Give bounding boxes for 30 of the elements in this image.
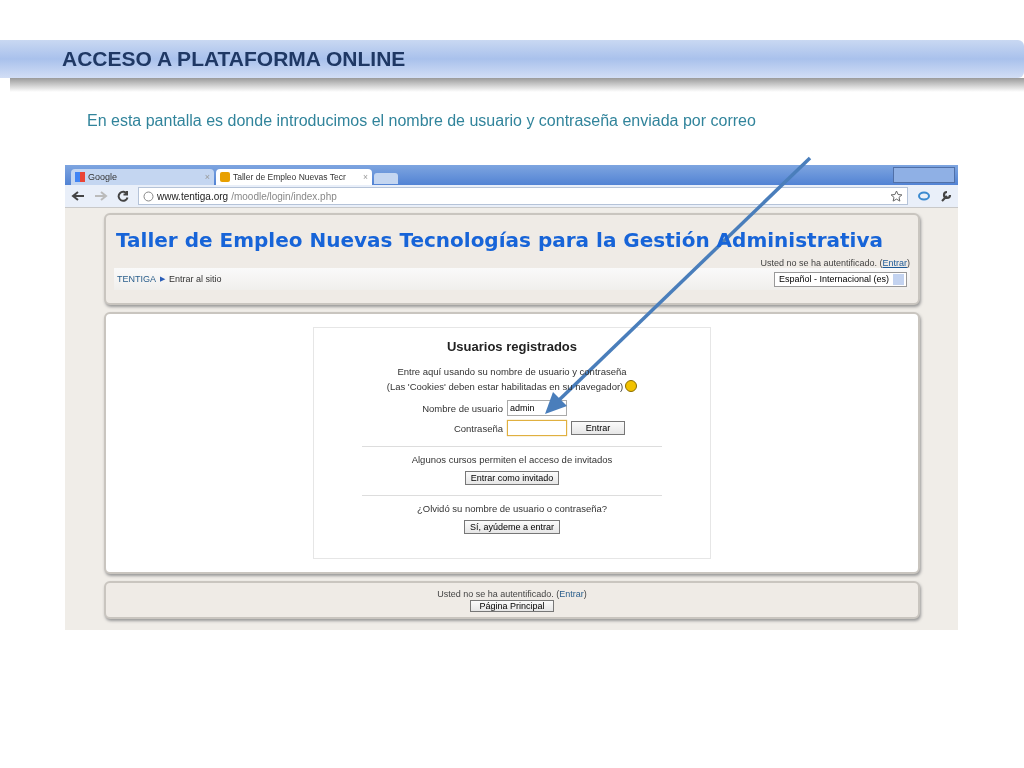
breadcrumb-current: Entrar al sitio xyxy=(169,274,222,284)
slide-caption: En esta pantalla es donde introducimos el nombre de usuario y contraseña enviada por correo xyxy=(87,112,757,130)
wrench-icon[interactable] xyxy=(940,190,952,202)
reload-icon[interactable] xyxy=(117,190,129,202)
breadcrumb-link[interactable]: TENTIGA xyxy=(117,274,156,284)
login-status: Usted no se ha autentificado. (Entrar) xyxy=(760,258,910,268)
footer-login-link[interactable]: Entrar xyxy=(559,588,584,599)
login-button[interactable]: Entrar xyxy=(571,421,625,435)
login-link[interactable]: Entrar xyxy=(882,258,907,268)
cookies-note: (Las 'Cookies' deben estar habilitadas en su navegador) xyxy=(386,380,624,392)
field-label: Nombre de usuario xyxy=(421,402,503,414)
help-login-button[interactable]: Sí, ayúdeme a entrar xyxy=(463,520,560,534)
forgot-text: ¿Olvidó su nombre de usuario o contraseña? xyxy=(416,503,608,514)
browser-tab[interactable]: Google × xyxy=(71,169,214,185)
guest-text: Algunos cursos permiten el acceso de invitados xyxy=(411,454,613,465)
help-icon[interactable] xyxy=(625,380,638,392)
footer-status: Usted no se ha autentificado. (Entrar) xyxy=(437,588,587,599)
language-select[interactable]: Español - Internacional (es) xyxy=(773,271,907,287)
star-icon[interactable] xyxy=(890,189,903,203)
slide-title: ACCESO A PLATAFORMA ONLINE xyxy=(62,47,406,71)
address-bar[interactable]: www.tentiga.org /moodle/login/index.php xyxy=(138,187,908,205)
globe-icon xyxy=(143,190,154,202)
browser-tab[interactable]: Taller de Empleo Nuevas Tecr × xyxy=(216,169,372,185)
back-icon[interactable] xyxy=(71,190,85,202)
extension-icon[interactable] xyxy=(917,191,931,201)
guest-button[interactable]: Entrar como invitado xyxy=(464,471,560,485)
home-button[interactable]: Página Principal xyxy=(470,599,554,612)
input-field[interactable] xyxy=(507,420,567,436)
field-label: Contraseña xyxy=(452,422,503,434)
login-title: Usuarios registrados xyxy=(446,339,577,354)
